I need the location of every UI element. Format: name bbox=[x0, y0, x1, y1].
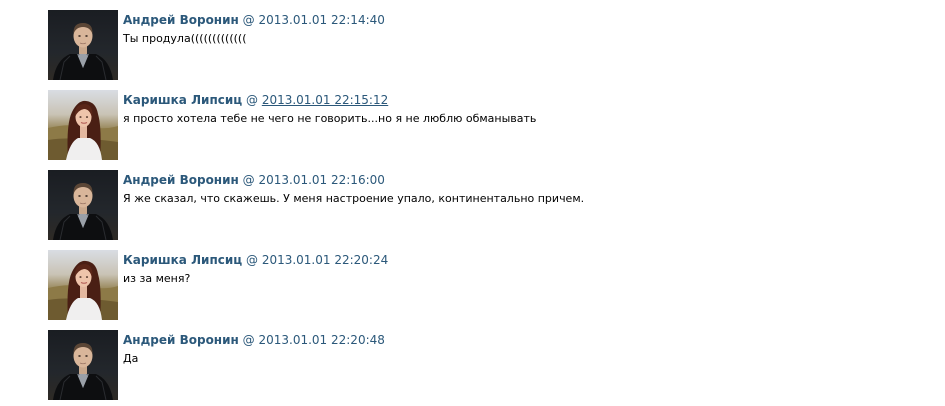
at-separator: @ bbox=[245, 253, 258, 267]
message-item: Андрей Воронин @ 2013.01.01 22:14:40 Ты … bbox=[48, 10, 928, 82]
at-separator: @ bbox=[242, 13, 255, 27]
avatar-karishka[interactable] bbox=[48, 250, 118, 320]
message-timestamp[interactable]: 2013.01.01 22:20:48 bbox=[258, 333, 384, 347]
avatar-andrey[interactable] bbox=[48, 170, 118, 240]
message-item: Андрей Воронин @ 2013.01.01 22:20:48 Да bbox=[48, 330, 928, 402]
at-separator: @ bbox=[245, 93, 258, 107]
message-text: я просто хотела тебе не чего не говорить… bbox=[123, 112, 537, 125]
message-timestamp[interactable]: 2013.01.01 22:16:00 bbox=[258, 173, 384, 187]
message-item: Каришка Липсиц @ 2013.01.01 22:20:24 из … bbox=[48, 250, 928, 322]
avatar-karishka[interactable] bbox=[48, 90, 118, 160]
message-thread: Андрей Воронин @ 2013.01.01 22:14:40 Ты … bbox=[0, 0, 945, 406]
author-link[interactable]: Андрей Воронин bbox=[123, 173, 239, 187]
message-text: Да bbox=[123, 352, 139, 365]
message-timestamp[interactable]: 2013.01.01 22:15:12 bbox=[262, 93, 388, 107]
message-header: Каришка Липсиц @ 2013.01.01 22:20:24 bbox=[123, 253, 388, 267]
message-text: Ты продула((((((((((((( bbox=[123, 32, 247, 45]
message-header: Андрей Воронин @ 2013.01.01 22:20:48 bbox=[123, 333, 385, 347]
message-timestamp[interactable]: 2013.01.01 22:14:40 bbox=[258, 13, 384, 27]
author-link[interactable]: Андрей Воронин bbox=[123, 13, 239, 27]
author-link[interactable]: Андрей Воронин bbox=[123, 333, 239, 347]
message-timestamp[interactable]: 2013.01.01 22:20:24 bbox=[262, 253, 388, 267]
message-header: Андрей Воронин @ 2013.01.01 22:14:40 bbox=[123, 13, 385, 27]
message-item: Каришка Липсиц @ 2013.01.01 22:15:12 я п… bbox=[48, 90, 928, 162]
avatar-andrey[interactable] bbox=[48, 330, 118, 400]
message-header: Каришка Липсиц @ 2013.01.01 22:15:12 bbox=[123, 93, 388, 107]
message-item: Андрей Воронин @ 2013.01.01 22:16:00 Я ж… bbox=[48, 170, 928, 242]
avatar-andrey[interactable] bbox=[48, 10, 118, 80]
author-link[interactable]: Каришка Липсиц bbox=[123, 253, 242, 267]
at-separator: @ bbox=[242, 173, 255, 187]
message-text: из за меня? bbox=[123, 272, 191, 285]
author-link[interactable]: Каришка Липсиц bbox=[123, 93, 242, 107]
message-header: Андрей Воронин @ 2013.01.01 22:16:00 bbox=[123, 173, 385, 187]
at-separator: @ bbox=[242, 333, 255, 347]
message-text: Я же сказал, что скажешь. У меня настрое… bbox=[123, 192, 585, 205]
